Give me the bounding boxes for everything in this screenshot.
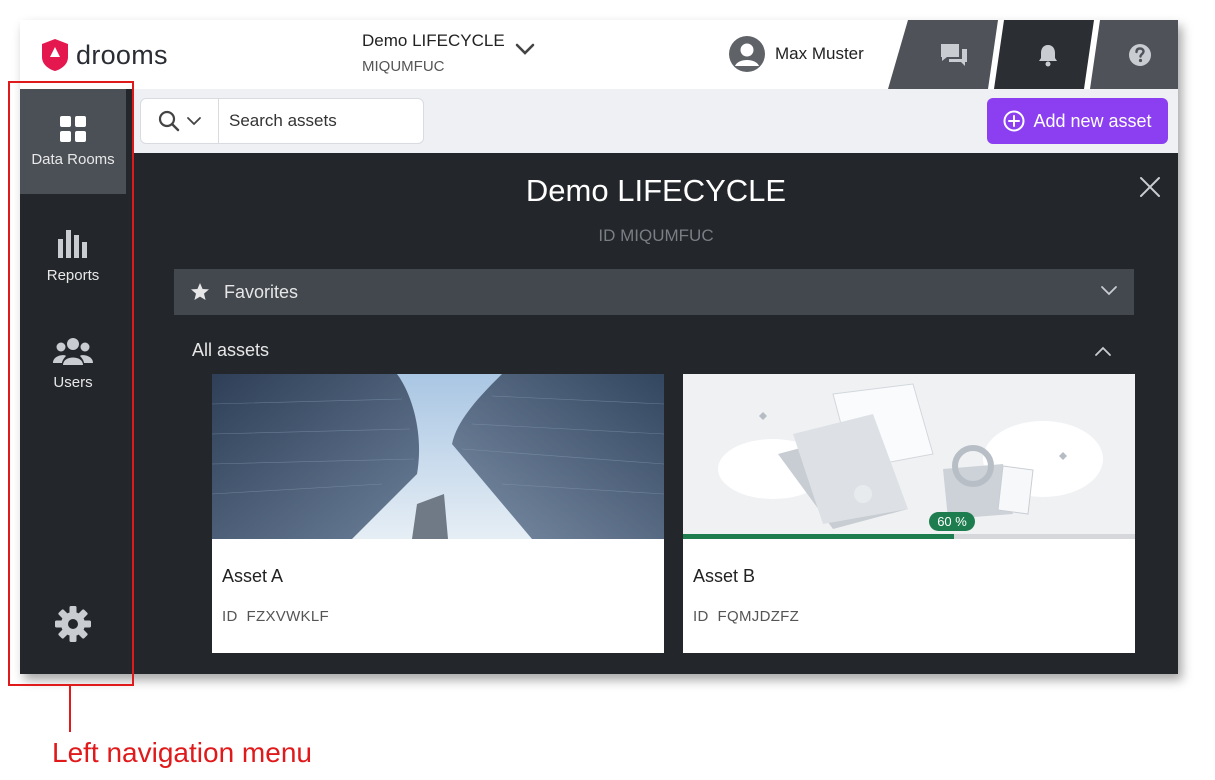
asset-card-b[interactable]: 60 % Asset B ID FQMJDZFZ (683, 374, 1135, 653)
notifications-tab[interactable] (1012, 20, 1084, 89)
asset-toolbar: Add new asset (134, 89, 1178, 153)
chevron-down-icon (1101, 286, 1117, 296)
sidebar-item-users[interactable]: Users (20, 311, 126, 416)
search-icon (158, 110, 179, 132)
sidebar-item-reports[interactable]: Reports (20, 204, 126, 309)
page-title: Demo LIFECYCLE (525, 173, 787, 208)
favorites-section-header[interactable]: Favorites (174, 269, 1134, 315)
asset-image (683, 374, 1135, 539)
all-assets-label: All assets (192, 340, 270, 360)
asset-id: ID FQMJDZFZ (693, 608, 799, 625)
user-menu[interactable]: Max Muster (729, 36, 864, 72)
messages-tab[interactable] (918, 20, 990, 89)
data-room-panel: Demo LIFECYCLE ID MIQUMFUC Favorites All… (134, 153, 1178, 674)
chevron-down-icon (515, 43, 534, 55)
drooms-logo-icon (42, 39, 68, 71)
progress-badge: 60 % (929, 512, 975, 531)
help-icon (1129, 43, 1151, 66)
annotation-pointer-line (69, 686, 71, 732)
skyscraper-image (212, 374, 664, 539)
room-switcher-id: MIQUMFUC (362, 58, 445, 75)
asset-name: Asset A (222, 566, 284, 586)
user-name: Max Muster (775, 44, 864, 63)
user-avatar-icon (730, 37, 764, 71)
favorites-label: Favorites (224, 281, 299, 302)
grid-icon (60, 116, 86, 142)
users-icon (53, 338, 93, 365)
add-new-asset-label: Add new asset (1033, 110, 1152, 131)
asset-card-a[interactable]: Asset A ID FZXVWKLF (212, 374, 664, 653)
asset-id-prefix: ID (222, 608, 238, 625)
sidebar-item-label: Users (53, 374, 93, 391)
search-mode-dropdown[interactable] (141, 99, 219, 143)
left-navigation-menu: Data Rooms Reports Users (20, 89, 134, 674)
annotation-label: Left navigation menu (52, 737, 312, 768)
asset-name: Asset B (693, 566, 756, 586)
sidebar-item-label: Reports (46, 267, 100, 284)
chevron-up-icon[interactable] (1094, 345, 1112, 357)
star-icon (191, 283, 209, 300)
asset-id-value: FZXVWKLF (246, 608, 329, 625)
search-box (140, 98, 424, 144)
asset-id-value: FQMJDZFZ (717, 608, 800, 625)
room-switcher[interactable]: Demo LIFECYCLE MIQUMFUC (362, 30, 535, 76)
avatar (729, 36, 765, 72)
top-header: drooms Demo LIFECYCLE MIQUMFUC Max Muste… (20, 20, 1178, 89)
app-window: drooms Demo LIFECYCLE MIQUMFUC Max Muste… (20, 20, 1178, 674)
asset-image (212, 374, 664, 539)
close-button[interactable] (1138, 175, 1162, 204)
folder-illustration (683, 374, 1135, 539)
drooms-logo[interactable]: drooms (40, 38, 168, 72)
gear-icon (55, 606, 91, 642)
asset-progress-fill (683, 534, 955, 539)
asset-progress-bar (683, 534, 1135, 539)
sidebar-item-label: Data Rooms (31, 151, 115, 168)
bell-icon (1039, 44, 1057, 66)
data-room-id: ID MIQUMFUC (598, 226, 714, 245)
asset-id-prefix: ID (693, 608, 709, 625)
sidebar-item-data-rooms[interactable]: Data Rooms (20, 89, 126, 194)
search-input[interactable] (219, 111, 419, 131)
help-tab[interactable] (1110, 20, 1170, 89)
close-icon (1140, 177, 1160, 197)
logo-text: drooms (76, 39, 168, 70)
bar-chart-icon (58, 230, 87, 258)
room-switcher-title: Demo LIFECYCLE (362, 31, 505, 50)
header-tabs (888, 20, 1178, 89)
add-new-asset-button[interactable]: Add new asset (987, 98, 1168, 144)
asset-id: ID FZXVWKLF (222, 608, 329, 625)
chat-icon (941, 43, 967, 66)
plus-circle-icon (1003, 110, 1025, 132)
chevron-down-icon (186, 117, 201, 126)
settings-button[interactable] (53, 604, 93, 649)
